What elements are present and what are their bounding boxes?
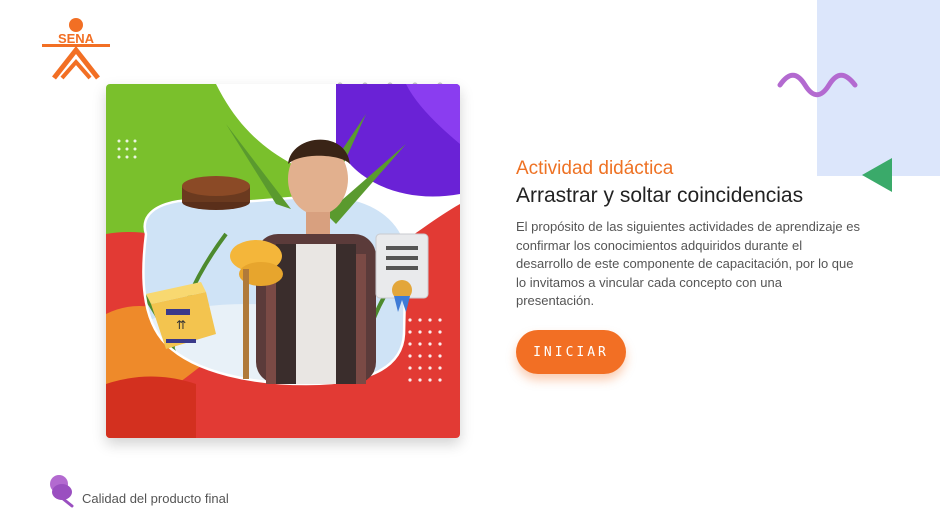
svg-text:⇈: ⇈ xyxy=(176,318,186,332)
activity-description: El propósito de las siguientes actividad… xyxy=(516,219,860,308)
activity-title: Arrastrar y soltar coincidencias xyxy=(516,184,804,207)
activity-kicker: Actividad didáctica xyxy=(516,158,674,179)
pin-icon xyxy=(50,475,74,508)
cake-icon xyxy=(182,176,250,210)
footer: Calidad del producto final xyxy=(48,468,229,508)
hero-illustration: ⇈ xyxy=(106,84,460,438)
logo-text: SENA xyxy=(58,31,95,46)
start-button[interactable]: INICIAR xyxy=(516,330,626,374)
activity-intro: Actividad didáctica Arrastrar y soltar c… xyxy=(516,158,860,311)
footer-label[interactable]: Calidad del producto final xyxy=(82,491,229,506)
triangle-decoration-icon xyxy=(862,158,892,192)
sena-logo-icon: SENA xyxy=(42,18,110,80)
squiggle-decoration-icon xyxy=(777,72,858,98)
